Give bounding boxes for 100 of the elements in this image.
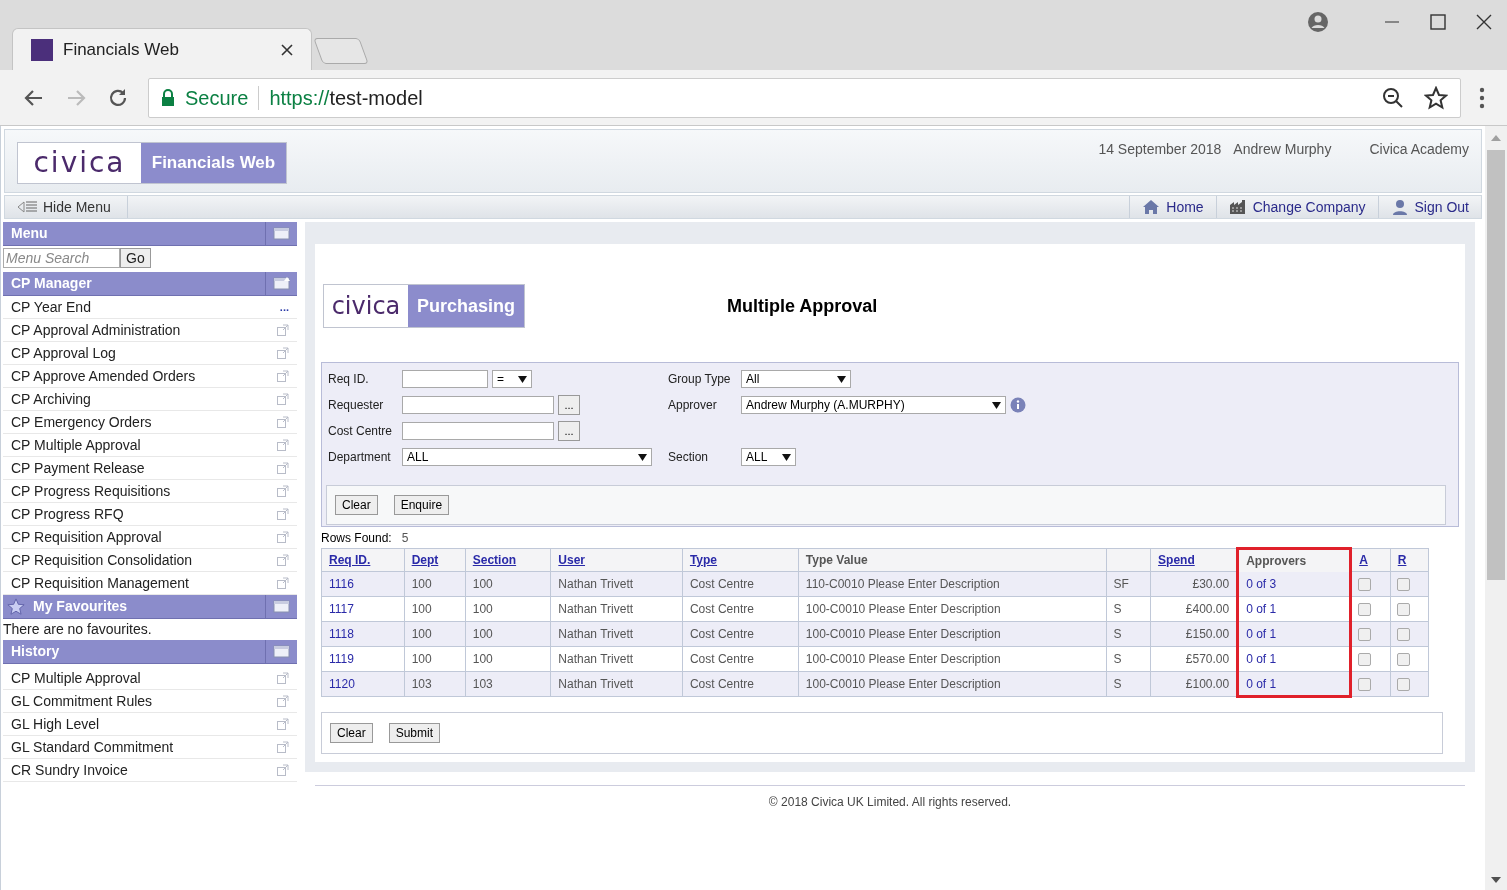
checkbox[interactable]	[1396, 627, 1410, 641]
menu-item[interactable]: CP Emergency Orders	[3, 411, 297, 434]
nav-link[interactable]: Change Company	[1215, 196, 1378, 218]
menu-item[interactable]: CP Progress Requisitions	[3, 480, 297, 503]
menu-item[interactable]: CP Requisition Approval	[3, 526, 297, 549]
new-tab-button[interactable]	[313, 38, 369, 64]
menu-item[interactable]: CP Archiving	[3, 388, 297, 411]
section-select[interactable]: ALL	[741, 448, 796, 466]
more-menu-icon[interactable]	[1479, 86, 1485, 109]
menu-item[interactable]: CP Payment Release	[3, 457, 297, 480]
column-header[interactable]: Section	[465, 548, 551, 572]
external-link-icon[interactable]	[277, 577, 289, 589]
table-link[interactable]: 0 of 3	[1246, 576, 1277, 591]
external-link-icon[interactable]	[277, 416, 289, 428]
column-header[interactable]: Req ID.	[321, 548, 405, 572]
scroll-up-icon[interactable]	[1491, 135, 1501, 141]
form-button[interactable]: Enquire	[393, 495, 450, 515]
info-icon[interactable]	[1010, 397, 1026, 413]
menu-item[interactable]: CP Year End ...	[3, 296, 297, 319]
external-link-icon[interactable]	[277, 485, 289, 497]
external-link-icon[interactable]	[277, 554, 289, 566]
input-field[interactable]	[402, 396, 554, 414]
nav-link[interactable]: Sign Out	[1377, 196, 1481, 218]
menu-item[interactable]: CP Progress RFQ	[3, 503, 297, 526]
external-link-icon[interactable]	[277, 393, 289, 405]
table-link[interactable]: 0 of 1	[1246, 602, 1277, 616]
external-link-icon[interactable]	[277, 672, 289, 684]
account-icon[interactable]	[1307, 11, 1329, 33]
table-link[interactable]: 0 of 1	[1246, 627, 1277, 641]
menu-item[interactable]: CP Multiple Approval	[3, 434, 297, 457]
close-icon[interactable]	[281, 43, 293, 56]
lookup-button[interactable]: ...	[558, 421, 580, 441]
table-link[interactable]: 0 of 1	[1246, 652, 1277, 666]
checkbox[interactable]	[1396, 602, 1410, 616]
menu-item[interactable]: CP Approve Amended Orders	[3, 365, 297, 388]
table-link[interactable]: 1118	[329, 627, 354, 641]
table-link[interactable]: 1119	[329, 652, 354, 666]
column-header[interactable]: Spend	[1150, 548, 1238, 572]
approver-select[interactable]: Andrew Murphy (A.MURPHY)	[741, 396, 1006, 414]
input-field[interactable]	[402, 370, 488, 388]
external-link-icon[interactable]	[277, 764, 289, 776]
menu-item[interactable]: CP Approval Administration	[3, 319, 297, 342]
checkbox[interactable]	[1396, 652, 1410, 666]
more-link[interactable]: ...	[279, 298, 289, 316]
column-header[interactable]: R	[1390, 548, 1429, 572]
checkbox[interactable]	[1358, 577, 1372, 591]
column-header[interactable]: User	[550, 548, 683, 572]
star-icon[interactable]	[1424, 85, 1448, 110]
external-link-icon[interactable]	[277, 439, 289, 451]
history-item[interactable]: GL Commitment Rules	[3, 690, 297, 713]
history-item[interactable]: GL High Level	[3, 713, 297, 736]
external-link-icon[interactable]	[277, 324, 289, 336]
zoom-icon[interactable]	[1382, 86, 1404, 109]
input-field[interactable]	[402, 422, 554, 440]
checkbox[interactable]	[1358, 627, 1372, 641]
table-link[interactable]: 1120	[329, 677, 355, 691]
external-link-icon[interactable]	[277, 718, 289, 730]
operator-select[interactable]: =	[492, 370, 532, 388]
browser-tab[interactable]: Financials Web	[12, 28, 312, 70]
checkbox[interactable]	[1358, 677, 1372, 691]
menu-item[interactable]: CP Requisition Consolidation	[3, 549, 297, 572]
address-bar[interactable]: Secure https://test-model	[148, 77, 1461, 118]
table-link[interactable]: 1116	[329, 577, 354, 591]
external-link-icon[interactable]	[277, 531, 289, 543]
form-button[interactable]: Submit	[388, 723, 441, 743]
form-button[interactable]: Clear	[330, 723, 373, 743]
table-link[interactable]: 0 of 1	[1246, 676, 1277, 691]
external-link-icon[interactable]	[277, 508, 289, 520]
lookup-button[interactable]: ...	[558, 395, 580, 415]
nav-link[interactable]: Home	[1129, 196, 1216, 218]
group-type-select[interactable]: All	[741, 370, 851, 388]
external-link-icon[interactable]	[277, 347, 289, 359]
window-icon[interactable]	[272, 599, 291, 614]
field-label: Req ID.	[328, 372, 369, 386]
checkbox[interactable]	[1358, 602, 1372, 616]
menu-item[interactable]: CP Approval Log	[3, 342, 297, 365]
window-icon[interactable]	[272, 644, 291, 659]
external-link-icon[interactable]	[277, 370, 289, 382]
external-link-icon[interactable]	[277, 462, 289, 474]
column-header[interactable]: Type	[682, 548, 799, 572]
department-select[interactable]: ALL	[402, 448, 652, 466]
external-link-icon[interactable]	[277, 741, 289, 753]
checkbox[interactable]	[1396, 677, 1410, 691]
table-link[interactable]: 1117	[329, 602, 354, 616]
form-button[interactable]: Clear	[335, 495, 378, 515]
menu-search-field[interactable]: Menu Search	[3, 248, 120, 268]
history-item[interactable]: CR Sundry Invoice	[3, 759, 297, 782]
checkbox[interactable]	[1358, 652, 1372, 666]
scroll-down-icon[interactable]	[1491, 877, 1501, 883]
checkbox[interactable]	[1396, 577, 1410, 591]
history-item[interactable]: CP Multiple Approval	[3, 667, 297, 690]
external-link-icon[interactable]	[277, 695, 289, 707]
window-icon[interactable]	[272, 276, 291, 291]
column-header[interactable]: A	[1350, 548, 1391, 572]
go-button[interactable]: Go	[120, 248, 151, 268]
column-header[interactable]: Dept	[404, 548, 466, 572]
window-icon[interactable]	[272, 226, 291, 241]
scrollbar-thumb[interactable]	[1487, 150, 1505, 580]
history-item[interactable]: GL Standard Commitment	[3, 736, 297, 759]
hide-menu-button[interactable]: Hide Menu	[5, 196, 128, 218]
